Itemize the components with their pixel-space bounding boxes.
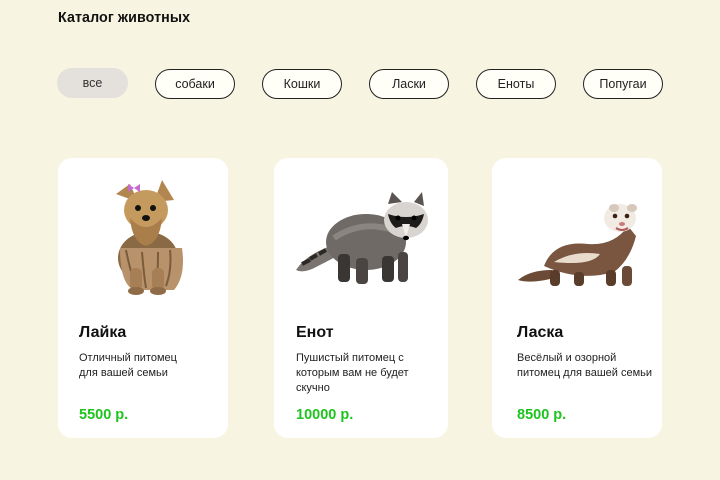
product-card-ferret[interactable]: Ласка Весёлый и озорной питомец для ваше… xyxy=(492,158,662,438)
card-price: 10000 р. xyxy=(296,407,354,423)
filter-chip-raccoons[interactable]: Еноты xyxy=(476,69,556,99)
product-card-laika[interactable]: Лайка Отличный питомец для вашей семьи 5… xyxy=(58,158,228,438)
card-description: Пушистый питомец с которым вам не будет … xyxy=(296,352,409,394)
filter-chip-parrots[interactable]: Попугаи xyxy=(583,69,663,99)
filter-bar: все собаки Кошки Ласки Еноты Попугаи xyxy=(0,68,720,101)
page-title: Каталог животных xyxy=(58,9,191,26)
filter-chip-dogs[interactable]: собаки xyxy=(155,69,235,99)
filter-chip-cats[interactable]: Кошки xyxy=(262,69,342,99)
product-card-raccoon[interactable]: Енот Пушистый питомец с которым вам не б… xyxy=(274,158,448,438)
card-description: Отличный питомец для вашей семьи xyxy=(79,352,177,379)
filter-chip-all[interactable]: все xyxy=(57,68,128,98)
card-title: Ласка xyxy=(517,324,564,341)
ferret-image xyxy=(492,158,662,308)
card-title: Лайка xyxy=(79,324,127,341)
card-price: 5500 р. xyxy=(79,407,129,423)
card-price: 8500 р. xyxy=(517,407,567,423)
raccoon-image xyxy=(274,158,448,308)
card-description: Весёлый и озорной питомец для вашей семь… xyxy=(517,352,653,379)
dog-image xyxy=(58,158,228,308)
filter-chip-weasels[interactable]: Ласки xyxy=(369,69,449,99)
card-title: Енот xyxy=(296,324,334,341)
